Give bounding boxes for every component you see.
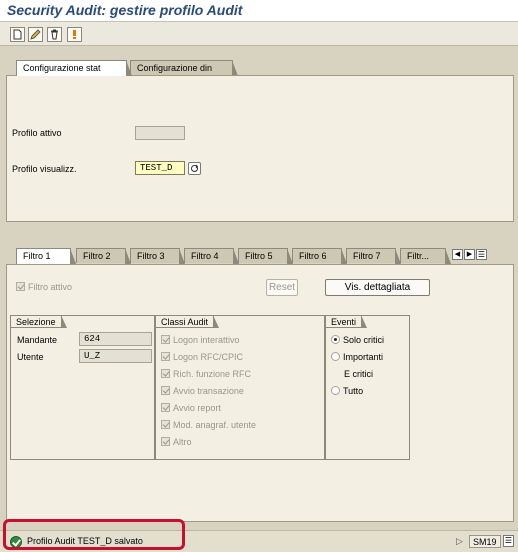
- info-button[interactable]: [67, 27, 82, 42]
- checkbox-icon: [161, 352, 170, 361]
- tab-filtro-3[interactable]: Filtro 3: [130, 248, 185, 264]
- status-highlight-frame: [3, 519, 185, 550]
- checkbox-label: Filtro attivo: [28, 282, 73, 292]
- tab-label: Filtro 5: [245, 251, 273, 261]
- selection-group: Selezione Mandante 624 Utente U_Z: [10, 315, 155, 460]
- edit-button[interactable]: [28, 27, 43, 42]
- events-group: Eventi Solo critici Importanti E critici…: [325, 315, 410, 460]
- new-document-icon: [13, 29, 22, 40]
- tab-label: Filtr...: [407, 251, 429, 261]
- list-icon: ☰: [477, 250, 486, 259]
- class-checkbox[interactable]: Logon RFC/CPIC: [161, 352, 243, 362]
- radio-icon: [331, 352, 340, 361]
- arrow-right-icon: ▶: [466, 251, 473, 258]
- checkbox-icon: [16, 282, 25, 291]
- checkbox-icon: [161, 403, 170, 412]
- tab-filtro-6[interactable]: Filtro 6: [292, 248, 347, 264]
- tab-label: Filtro 4: [191, 251, 219, 261]
- tab-list-button[interactable]: ☰: [476, 249, 487, 260]
- radio-label: Importanti: [343, 352, 384, 362]
- active-profile-label: Profilo attivo: [12, 128, 62, 138]
- active-profile-field: [135, 126, 185, 140]
- class-checkbox[interactable]: Avvio transazione: [161, 386, 244, 396]
- audit-classes-group: Classi Audit Logon interattivo Logon RFC…: [155, 315, 325, 460]
- user-label: Utente: [17, 352, 44, 362]
- view-profile-label: Profilo visualizz.: [12, 164, 77, 174]
- event-radio-tutto[interactable]: Tutto: [331, 386, 363, 396]
- tab-scroll-right-button[interactable]: ▶: [464, 249, 475, 260]
- event-radio-solo-critici[interactable]: Solo critici: [331, 335, 384, 345]
- tab-filtro-more[interactable]: Filtr...: [400, 248, 451, 264]
- class-checkbox[interactable]: Logon interattivo: [161, 335, 240, 345]
- checkbox-icon: [161, 386, 170, 395]
- view-profile-input[interactable]: TEST_D: [135, 161, 185, 175]
- new-button[interactable]: [10, 27, 25, 42]
- checkbox-icon: [161, 437, 170, 446]
- group-title: Classi Audit: [156, 315, 220, 328]
- checkbox-label: Logon interattivo: [173, 335, 240, 345]
- group-title: Selezione: [11, 315, 67, 328]
- radio-icon: [331, 335, 340, 344]
- list-icon: ☰: [504, 536, 513, 545]
- radio-icon: [331, 386, 340, 395]
- tab-label: Filtro 1: [23, 251, 51, 261]
- group-title: Eventi: [326, 315, 368, 328]
- delete-trash-icon: [51, 29, 58, 40]
- tab-label: Filtro 7: [353, 251, 381, 261]
- checkbox-label: Logon RFC/CPIC: [173, 352, 244, 362]
- user-field: U_Z: [79, 349, 152, 363]
- delete-button[interactable]: [47, 27, 62, 42]
- class-checkbox[interactable]: Avvio report: [161, 403, 221, 413]
- tab-configurazione-stat[interactable]: Configurazione stat: [16, 60, 132, 76]
- tab-label: Configurazione stat: [23, 63, 101, 73]
- tab-label: Configurazione din: [137, 63, 213, 73]
- checkbox-label: Mod. anagraf. utente: [173, 420, 257, 430]
- reset-button[interactable]: Reset: [266, 279, 298, 296]
- event-sub-label: E critici: [344, 369, 373, 379]
- checkbox-label: Altro: [173, 437, 192, 447]
- client-label: Mandante: [17, 335, 58, 345]
- tab-filtro-4[interactable]: Filtro 4: [184, 248, 239, 264]
- window-title: Security Audit: gestire profilo Audit: [7, 2, 243, 18]
- tab-filtro-7[interactable]: Filtro 7: [346, 248, 401, 264]
- detail-view-button[interactable]: Vis. dettagliata: [325, 279, 430, 296]
- tab-label: Filtro 2: [83, 251, 111, 261]
- transaction-code: SM19: [469, 535, 501, 548]
- radio-label: Tutto: [343, 386, 364, 396]
- system-info-button[interactable]: ☰: [503, 535, 514, 547]
- refresh-icon: [191, 164, 199, 172]
- tab-scroll-left-button[interactable]: ◀: [452, 249, 463, 260]
- edit-pencil-icon: [30, 29, 41, 40]
- filter-panel: Filtro attivo Reset Vis. dettagliata Sel…: [6, 264, 514, 522]
- checkbox-label: Avvio report: [173, 403, 221, 413]
- class-checkbox[interactable]: Altro: [161, 437, 192, 447]
- tab-label: Filtro 6: [299, 251, 327, 261]
- tab-filtro-1[interactable]: Filtro 1: [16, 248, 76, 264]
- class-checkbox[interactable]: Mod. anagraf. utente: [161, 420, 256, 430]
- class-checkbox[interactable]: Rich. funzione RFC: [161, 369, 251, 379]
- status-expand-icon[interactable]: ▷: [456, 536, 463, 547]
- info-icon: [73, 30, 76, 39]
- checkbox-icon: [161, 369, 170, 378]
- filter-active-checkbox[interactable]: Filtro attivo: [16, 282, 72, 292]
- checkbox-icon: [161, 420, 170, 429]
- title-bar: Security Audit: gestire profilo Audit: [0, 0, 518, 22]
- tab-filtro-5[interactable]: Filtro 5: [238, 248, 293, 264]
- radio-label: Solo critici: [343, 335, 385, 345]
- application-toolbar: [0, 22, 518, 46]
- event-radio-importanti[interactable]: Importanti: [331, 352, 383, 362]
- config-panel: Profilo attivo Profilo visualizz. TEST_D: [6, 75, 514, 222]
- arrow-left-icon: ◀: [454, 251, 461, 258]
- checkbox-label: Rich. funzione RFC: [173, 369, 252, 379]
- tab-label: Filtro 3: [137, 251, 165, 261]
- checkbox-icon: [161, 335, 170, 344]
- tab-filtro-2[interactable]: Filtro 2: [76, 248, 131, 264]
- checkbox-label: Avvio transazione: [173, 386, 244, 396]
- client-field: 624: [79, 332, 152, 346]
- value-help-button[interactable]: [188, 162, 201, 175]
- tab-configurazione-din[interactable]: Configurazione din: [130, 60, 238, 76]
